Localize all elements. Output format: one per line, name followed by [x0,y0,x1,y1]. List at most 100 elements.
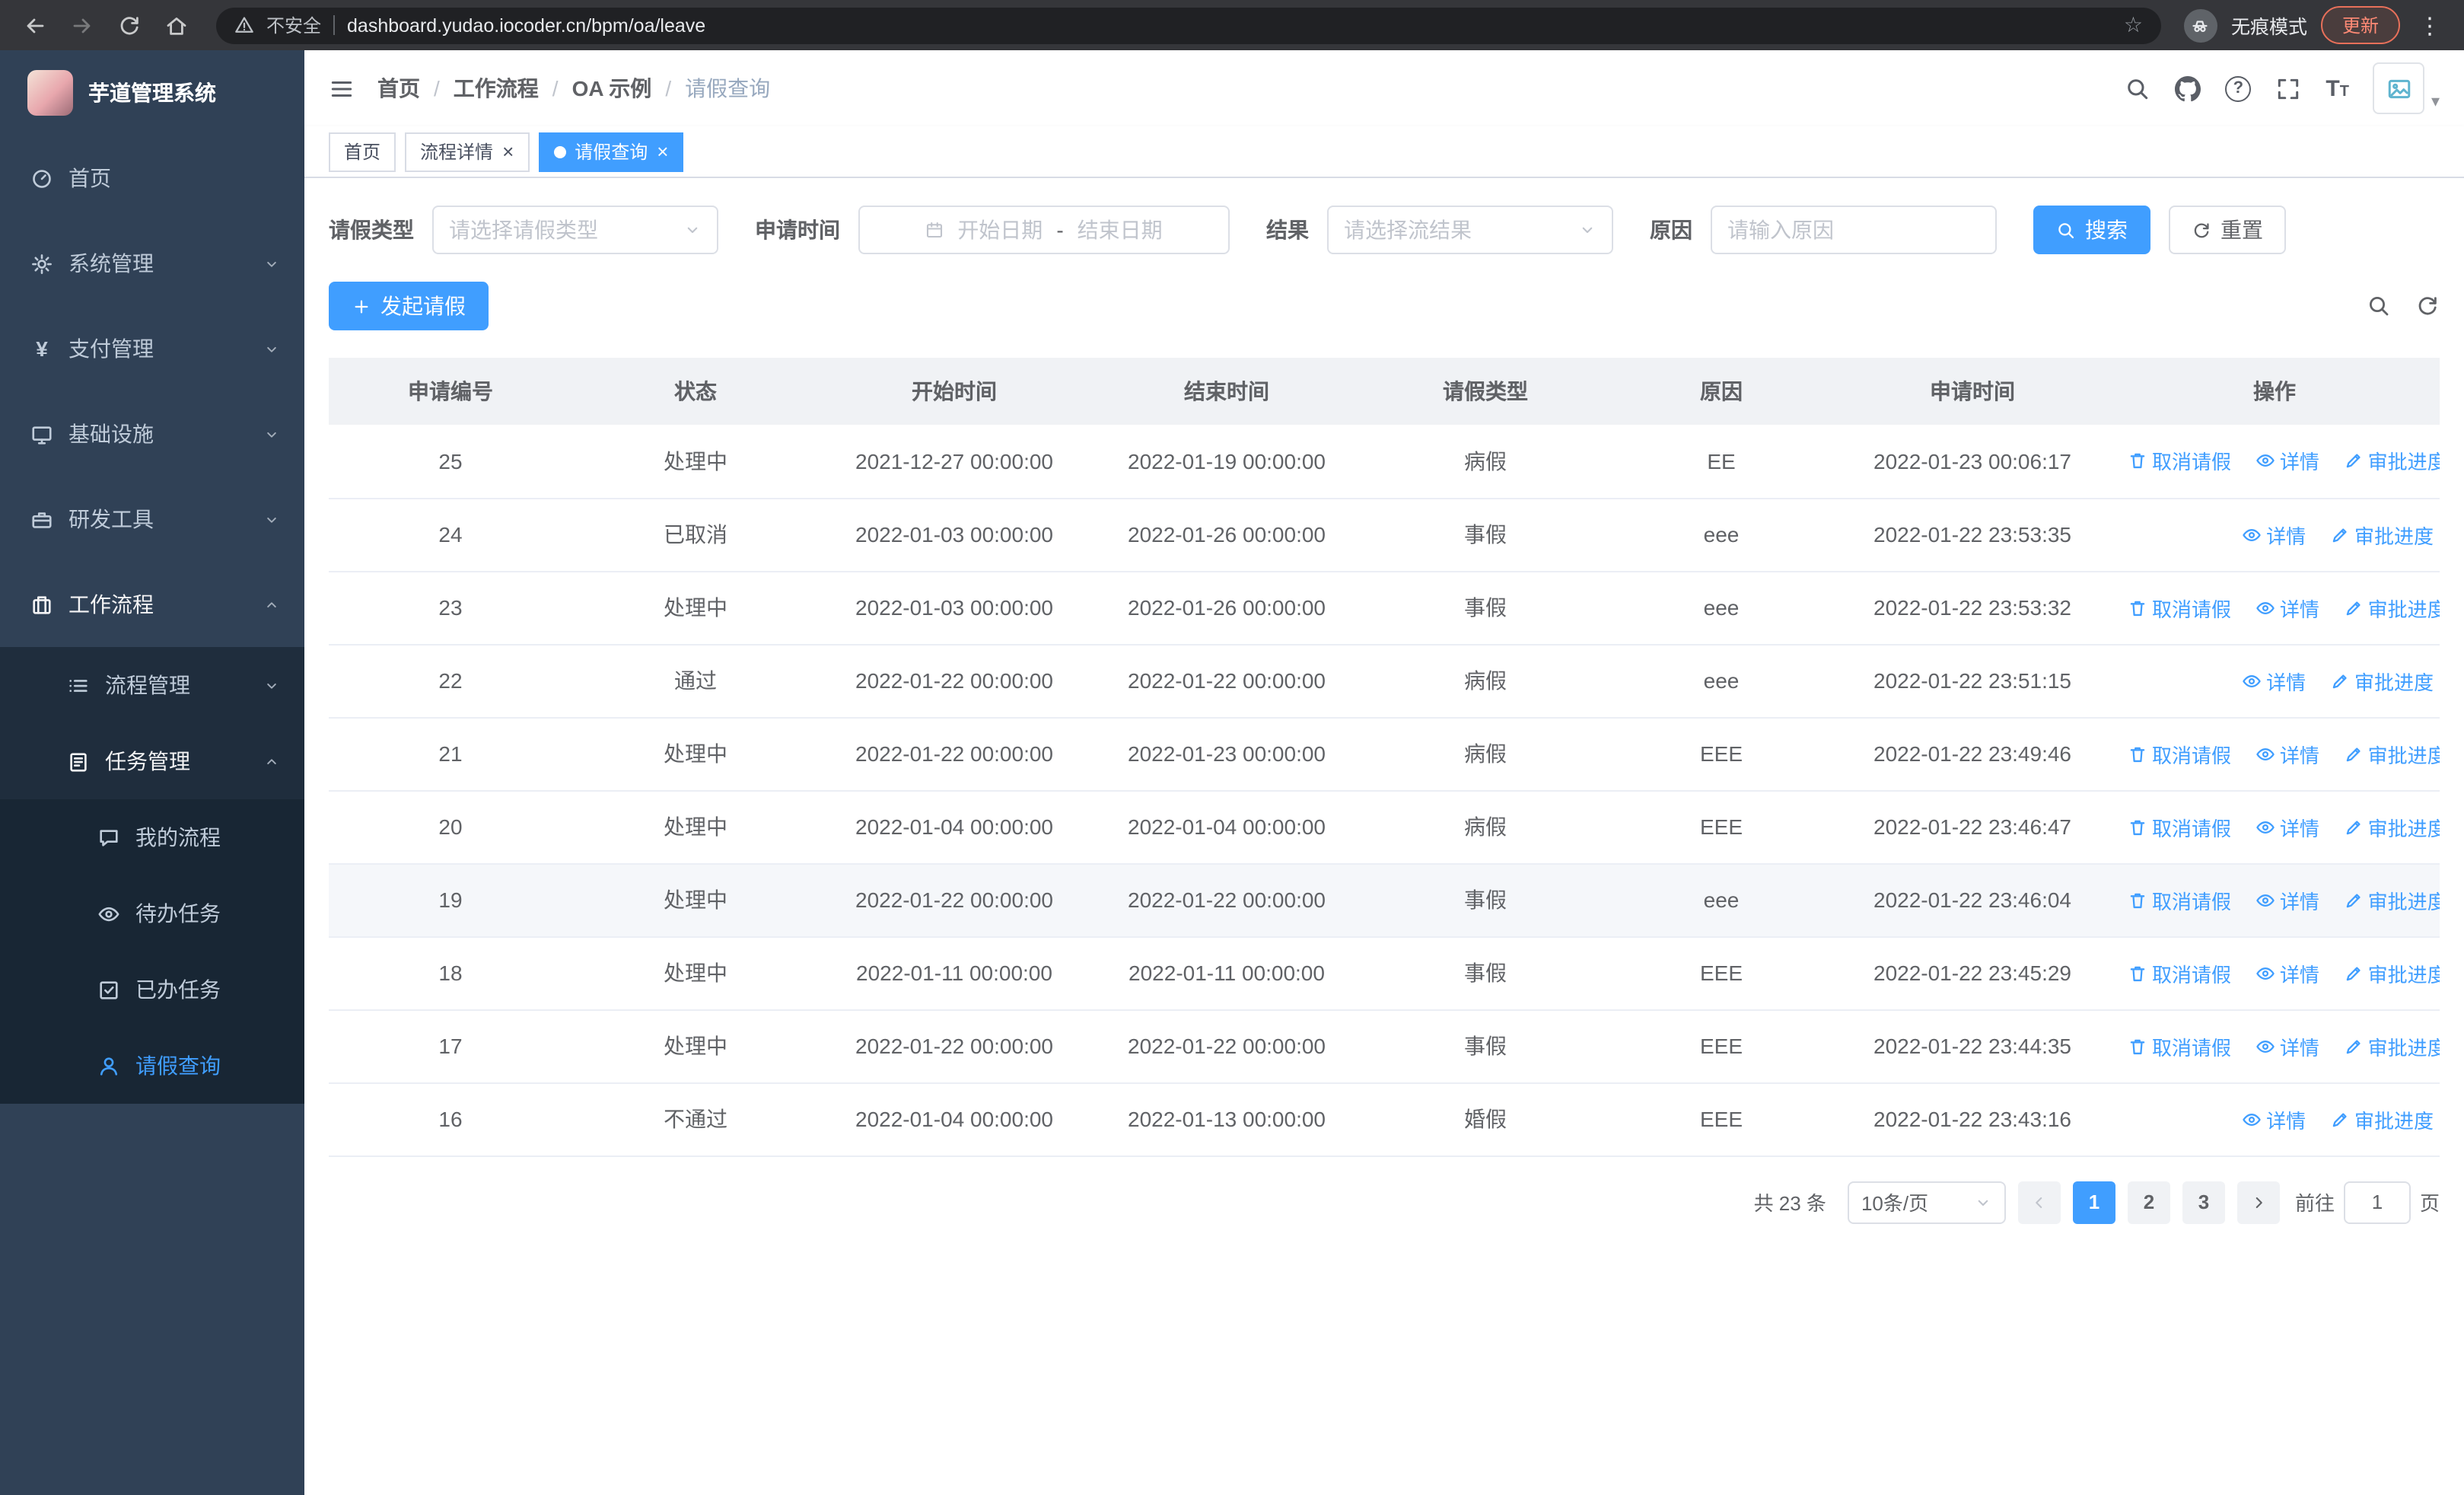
create-leave-button[interactable]: 发起请假 [329,282,489,330]
sidebar-item-task-management[interactable]: 任务管理 [0,723,304,799]
detail-link[interactable]: 详情 [2255,739,2319,768]
sidebar-item-infrastructure[interactable]: 基础设施 [0,391,304,477]
cell-actions: 取消请假 详情 审批进度 [2109,790,2440,864]
chevron-up-icon [267,601,276,607]
browser-refresh-icon[interactable] [113,8,146,42]
fullscreen-icon[interactable] [2275,75,2301,101]
approval-progress-link[interactable]: 审批进度 [2344,739,2440,768]
approval-progress-link[interactable]: 审批进度 [2344,447,2440,476]
approval-progress-link[interactable]: 审批进度 [2330,666,2434,695]
page-button-3[interactable]: 3 [2182,1181,2225,1223]
address-bar[interactable]: 不安全 dashboard.yudao.iocoder.cn/bpm/oa/le… [216,7,2161,43]
reset-button[interactable]: 重置 [2169,206,2286,254]
cell-id: 21 [329,717,572,791]
browser-forward-icon[interactable] [65,8,99,42]
font-size-icon[interactable]: TT [2326,77,2349,100]
approval-progress-link[interactable]: 审批进度 [2344,958,2440,987]
apply-time-range-picker[interactable]: 开始日期 - 结束日期 [858,206,1230,254]
sidebar-item-label: 基础设施 [68,422,154,446]
browser-menu-icon[interactable]: ⋮ [2414,11,2446,39]
approval-progress-link[interactable]: 审批进度 [2344,812,2440,841]
tab-leave-query[interactable]: 请假查询 × [538,132,684,171]
cancel-leave-link[interactable]: 取消请假 [2128,1031,2231,1060]
goto-page-input[interactable] [2343,1181,2411,1223]
sidebar-item-leave-query[interactable]: 请假查询 [0,1028,304,1104]
sidebar-item-dev-tools[interactable]: 研发工具 [0,477,304,562]
table-row: 18 处理中 2022-01-11 00:00:00 2022-01-11 00… [329,936,2440,1010]
sidebar-item-my-processes[interactable]: 我的流程 [0,799,304,875]
search-icon[interactable] [2125,75,2150,101]
close-icon[interactable]: × [502,142,514,161]
detail-link[interactable]: 详情 [2255,885,2319,914]
detail-link[interactable]: 详情 [2255,958,2319,987]
prev-page-button[interactable] [2017,1181,2061,1223]
detail-link[interactable]: 详情 [2255,812,2319,841]
app-logo[interactable]: 芋道管理系统 [0,50,304,135]
search-button[interactable]: 搜索 [2033,206,2150,254]
sidebar-item-done-tasks[interactable]: 已办任务 [0,952,304,1028]
detail-link[interactable]: 详情 [2255,447,2319,476]
result-select[interactable]: 请选择流结果 [1327,206,1613,254]
cancel-leave-link[interactable]: 取消请假 [2128,885,2231,914]
browser-home-icon[interactable] [160,8,193,42]
sidebar-item-label: 系统管理 [68,251,154,276]
sidebar-toggle-icon[interactable] [329,75,355,101]
detail-link[interactable]: 详情 [2255,1031,2319,1060]
tab-home[interactable]: 首页 [329,132,396,171]
approval-progress-link[interactable]: 审批进度 [2344,1031,2440,1060]
breadcrumb-item[interactable]: 首页 [377,73,420,104]
sidebar-item-todo-tasks[interactable]: 待办任务 [0,875,304,952]
search-toggle-icon[interactable] [2367,294,2391,318]
browser-chrome: 不安全 dashboard.yudao.iocoder.cn/bpm/oa/le… [0,0,2464,50]
cancel-leave-link[interactable]: 取消请假 [2128,812,2231,841]
user-avatar[interactable]: ▾ [2373,62,2440,114]
cancel-leave-link[interactable]: 取消请假 [2128,958,2231,987]
browser-back-icon[interactable] [18,8,52,42]
sidebar-item-process-management[interactable]: 流程管理 [0,647,304,723]
page-button-2[interactable]: 2 [2127,1181,2170,1223]
sidebar-item-workflow[interactable]: 工作流程 [0,562,304,647]
breadcrumb-item[interactable]: 工作流程 [454,73,539,104]
sidebar-item-home[interactable]: 首页 [0,135,304,221]
detail-link[interactable]: 详情 [2255,593,2319,622]
pen-icon [2346,747,2361,761]
github-icon[interactable] [2175,75,2201,101]
breadcrumb-item[interactable]: OA 示例 [572,73,652,104]
chevron-right-icon [2255,1196,2262,1208]
bookmark-star-icon[interactable]: ☆ [2124,12,2143,38]
pen-icon [2346,820,2361,834]
table-row: 21 处理中 2022-01-22 00:00:00 2022-01-23 00… [329,717,2440,791]
sidebar-item-system-management[interactable]: 系统管理 [0,221,304,306]
approval-progress-link[interactable]: 审批进度 [2344,885,2440,914]
approval-progress-link[interactable]: 审批进度 [2344,593,2440,622]
approval-progress-link[interactable]: 审批进度 [2330,1105,2434,1133]
next-page-button[interactable] [2236,1181,2280,1223]
reason-input[interactable] [1711,206,1997,254]
cell-leave-type: 病假 [1364,644,1607,718]
security-label[interactable]: 不安全 [266,12,321,38]
detail-link[interactable]: 详情 [2242,1105,2306,1133]
browser-update-button[interactable]: 更新 [2320,6,2400,44]
cell-reason: eee [1607,571,1835,645]
cancel-leave-link[interactable]: 取消请假 [2128,593,2231,622]
page-button-1[interactable]: 1 [2072,1181,2115,1223]
tab-process-detail[interactable]: 流程详情 × [405,132,530,171]
cell-leave-type: 婚假 [1364,1082,1607,1156]
approval-progress-link[interactable]: 审批进度 [2330,520,2434,549]
chat-icon [100,829,118,846]
detail-link[interactable]: 详情 [2242,520,2306,549]
leave-type-select[interactable]: 请选择请假类型 [432,206,718,254]
close-icon[interactable]: × [657,142,668,161]
help-icon[interactable]: ? [2225,75,2252,101]
cancel-leave-link[interactable]: 取消请假 [2128,739,2231,768]
sidebar-item-payment-management[interactable]: ¥ 支付管理 [0,306,304,391]
cancel-leave-link[interactable]: 取消请假 [2128,447,2231,476]
cell-apply-time: 2022-01-22 23:51:15 [1835,644,2109,718]
url-text[interactable]: dashboard.yudao.iocoder.cn/bpm/oa/leave [347,14,2112,36]
eye-icon [2243,1113,2261,1125]
gear-icon [32,253,52,273]
detail-link[interactable]: 详情 [2242,666,2306,695]
page-size-select[interactable]: 10条/页 [1847,1181,2006,1223]
cell-apply-time: 2022-01-22 23:46:04 [1835,863,2109,937]
refresh-table-icon[interactable] [2415,294,2440,318]
